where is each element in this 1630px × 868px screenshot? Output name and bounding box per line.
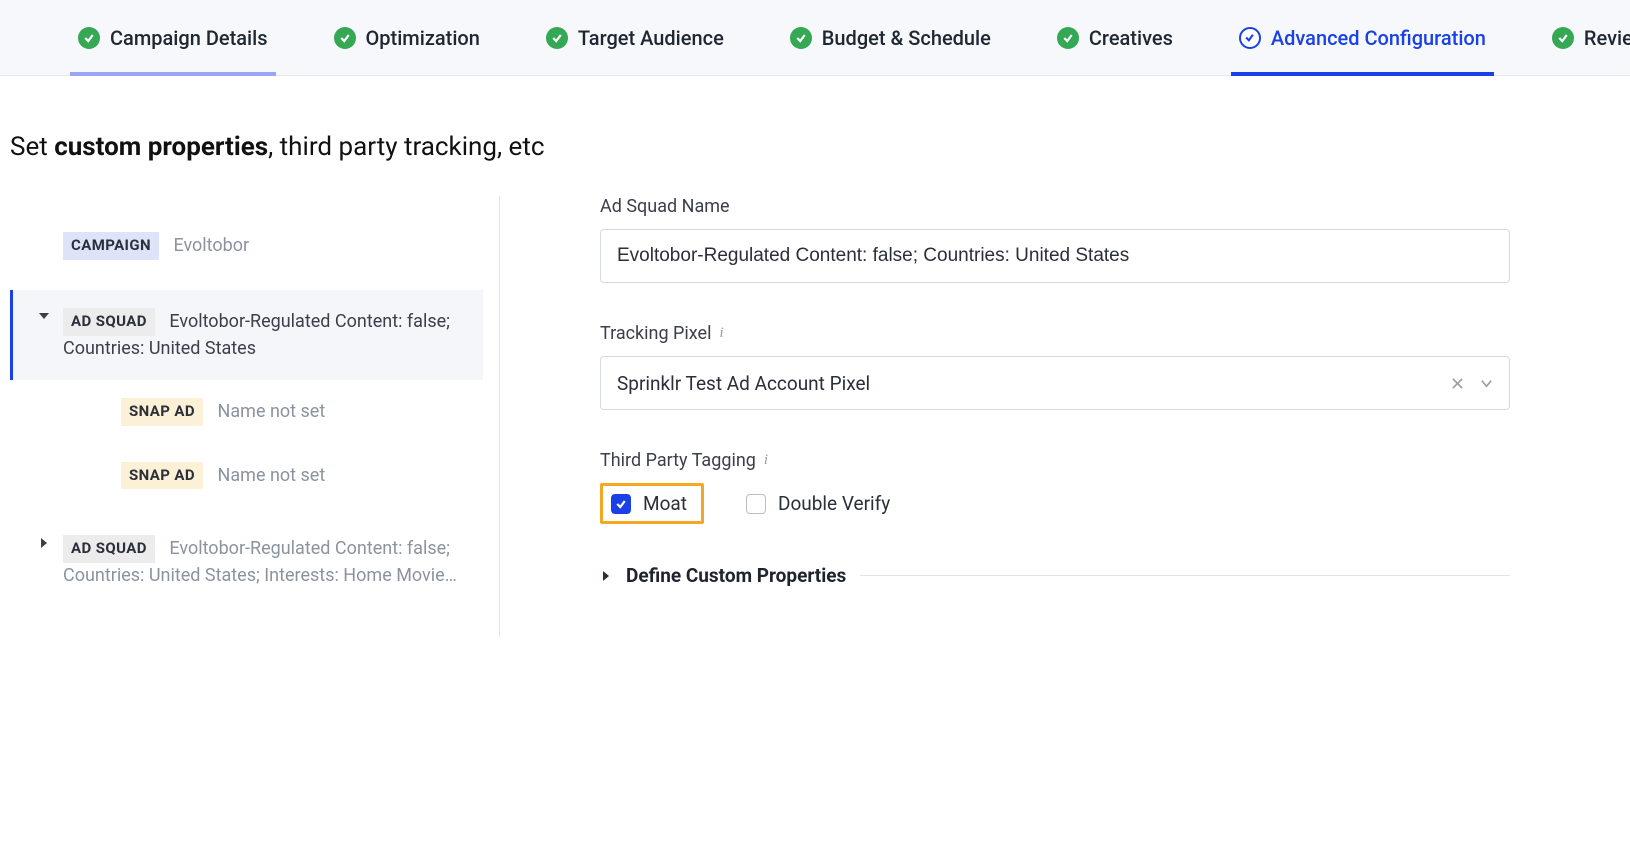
- snapad-name: Name not set: [218, 464, 326, 485]
- chevron-down-icon[interactable]: [1480, 372, 1493, 395]
- chevron-right-icon: [600, 564, 612, 587]
- step-review[interactable]: Review: [1544, 0, 1630, 75]
- step-label: Budget & Schedule: [822, 26, 991, 50]
- step-campaign-details[interactable]: Campaign Details: [70, 0, 276, 75]
- step-creatives[interactable]: Creatives: [1049, 0, 1181, 75]
- step-label: Target Audience: [578, 26, 724, 50]
- entity-tree: CAMPAIGN Evoltobor AD SQUAD Evoltobor-Re…: [10, 196, 500, 637]
- moat-checkbox-item[interactable]: Moat: [600, 483, 704, 524]
- campaign-tag: CAMPAIGN: [63, 232, 159, 260]
- info-icon[interactable]: i: [719, 325, 723, 342]
- tracking-pixel-value: Sprinklr Test Ad Account Pixel: [617, 372, 1451, 395]
- expand-header-label: Define Custom Properties: [626, 564, 846, 587]
- check-circle-icon: [790, 27, 812, 49]
- check-circle-icon: [1552, 27, 1574, 49]
- chevron-down-icon[interactable]: [37, 310, 51, 322]
- check-circle-icon: [78, 27, 100, 49]
- divider: [860, 575, 1510, 576]
- double-verify-checkbox-item[interactable]: Double Verify: [738, 486, 904, 521]
- tree-snapad-row[interactable]: SNAP AD Name not set: [10, 444, 483, 508]
- adsquad-tag: AD SQUAD: [63, 308, 155, 336]
- tracking-pixel-label: Tracking Pixel i: [600, 323, 1510, 344]
- snapad-name: Name not set: [218, 401, 326, 422]
- clear-icon[interactable]: [1451, 372, 1464, 395]
- step-label: Creatives: [1089, 26, 1173, 50]
- checkbox-label: Double Verify: [778, 492, 890, 515]
- ad-squad-name-input[interactable]: [600, 229, 1510, 283]
- ad-squad-name-label: Ad Squad Name: [600, 196, 1510, 217]
- tree-snapad-row[interactable]: SNAP AD Name not set: [10, 380, 483, 444]
- wizard-stepper: Campaign Details Optimization Target Aud…: [0, 0, 1630, 76]
- step-label: Review: [1584, 26, 1630, 50]
- tree-campaign-row[interactable]: CAMPAIGN Evoltobor: [10, 226, 483, 266]
- checkbox-checked-icon: [611, 494, 631, 514]
- chevron-right-icon[interactable]: [37, 537, 51, 549]
- adsquad-tag: AD SQUAD: [63, 535, 155, 563]
- checkbox-unchecked-icon: [746, 494, 766, 514]
- check-circle-icon: [334, 27, 356, 49]
- check-circle-icon: [1057, 27, 1079, 49]
- snapad-tag: SNAP AD: [121, 398, 203, 426]
- third-party-tagging-label: Third Party Tagging i: [600, 450, 1510, 471]
- step-advanced-configuration[interactable]: Advanced Configuration: [1231, 0, 1494, 75]
- step-label: Optimization: [366, 26, 480, 50]
- campaign-name: Evoltobor: [173, 235, 249, 256]
- step-target-audience[interactable]: Target Audience: [538, 0, 732, 75]
- step-budget-schedule[interactable]: Budget & Schedule: [782, 0, 999, 75]
- tracking-pixel-select[interactable]: Sprinklr Test Ad Account Pixel: [600, 356, 1510, 410]
- info-icon[interactable]: i: [764, 452, 768, 469]
- adsquad-form: Ad Squad Name Tracking Pixel i Sprinklr …: [500, 196, 1620, 637]
- tree-adsquad-row[interactable]: AD SQUAD Evoltobor-Regulated Content: fa…: [10, 517, 483, 607]
- tree-adsquad-row[interactable]: AD SQUAD Evoltobor-Regulated Content: fa…: [10, 290, 483, 380]
- progress-circle-icon: [1239, 27, 1261, 49]
- snapad-tag: SNAP AD: [121, 462, 203, 490]
- checkbox-label: Moat: [643, 492, 687, 515]
- define-custom-properties-toggle[interactable]: Define Custom Properties: [600, 564, 1510, 587]
- step-optimization[interactable]: Optimization: [326, 0, 488, 75]
- step-label: Campaign Details: [110, 26, 268, 50]
- check-circle-icon: [546, 27, 568, 49]
- step-label: Advanced Configuration: [1271, 26, 1486, 50]
- page-title: Set custom properties, third party track…: [0, 76, 1630, 196]
